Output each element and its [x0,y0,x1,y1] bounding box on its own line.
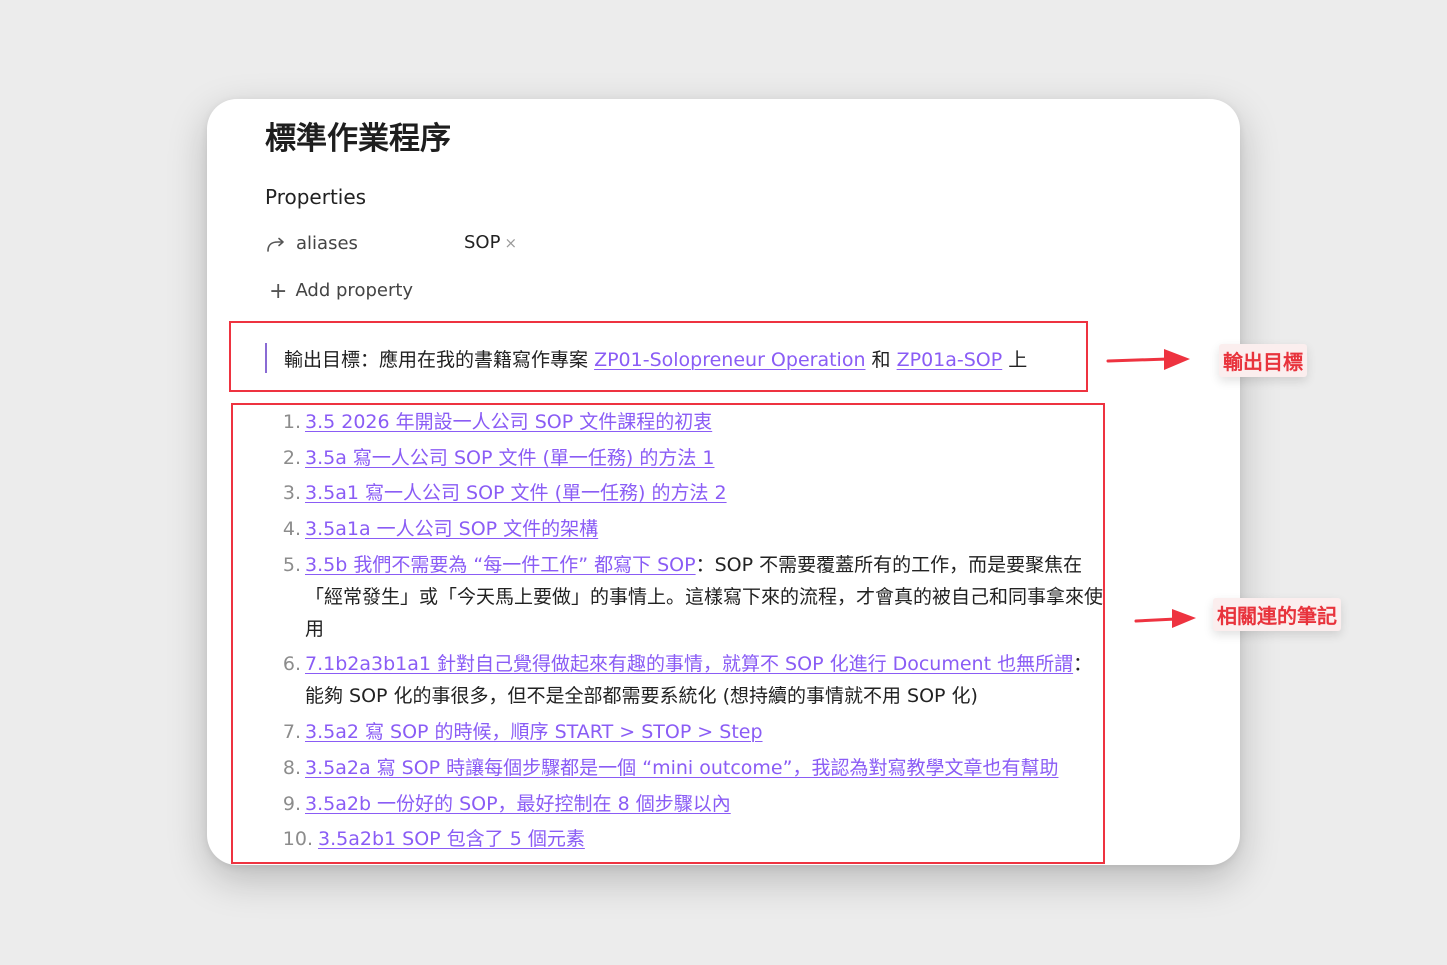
add-property-button[interactable]: + Add property [269,279,413,304]
related-arrow-icon [1134,609,1196,628]
page-title[interactable]: 標準作業程序 [265,113,451,158]
property-row-aliases[interactable]: aliases SOP × [265,232,665,258]
goal-highlight-box [229,321,1088,392]
goal-annotation-label: 輸出目標 [1219,344,1307,377]
remove-alias-icon[interactable]: × [504,234,517,252]
goal-arrow-icon [1106,349,1190,370]
properties-heading[interactable]: Properties [265,185,366,209]
property-key[interactable]: aliases [296,233,358,254]
alias-tag: SOP [464,232,501,253]
plus-icon: + [269,279,288,304]
related-annotation-label: 相關連的筆記 [1213,598,1341,631]
related-notes-highlight-box [231,403,1105,864]
property-value[interactable]: SOP × [464,232,517,253]
add-property-label: Add property [295,280,414,301]
forward-arrow-icon [267,237,284,252]
